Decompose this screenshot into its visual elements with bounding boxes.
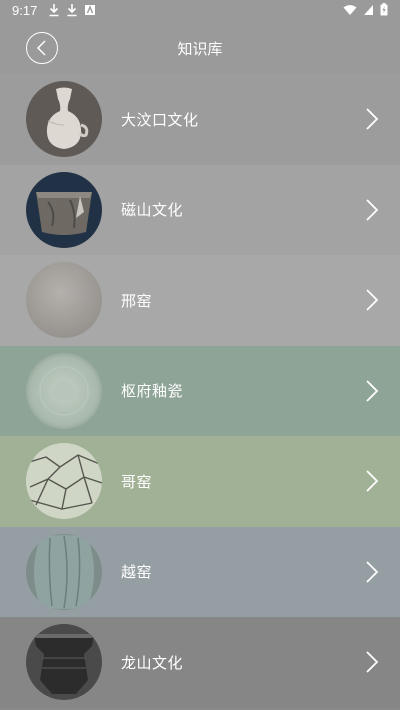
black-pottery-cup-thumbnail bbox=[26, 624, 102, 701]
list-item-yueyao[interactable]: 越窑 bbox=[0, 526, 400, 617]
header: 知识库 bbox=[0, 22, 400, 74]
chevron-right-icon bbox=[366, 561, 379, 583]
chevron-right-icon bbox=[366, 108, 379, 130]
white-pottery-jar-thumbnail bbox=[26, 81, 102, 158]
crackle-glaze-bowl-thumbnail bbox=[26, 443, 102, 520]
item-label: 邢窑 bbox=[121, 291, 153, 310]
status-time: 9:17 bbox=[12, 3, 38, 18]
chevron-right-icon bbox=[366, 199, 379, 221]
list-item-xingyao[interactable]: 邢窑 bbox=[0, 255, 400, 346]
signal-icon bbox=[364, 4, 373, 15]
list-item-cishan[interactable]: 磁山文化 bbox=[0, 164, 400, 255]
list-item-dawenkou[interactable]: 大汶口文化 bbox=[0, 74, 400, 165]
dark-pottery-cup-thumbnail bbox=[26, 171, 102, 248]
status-bar: 9:17 bbox=[0, 0, 400, 22]
item-label: 哥窑 bbox=[121, 472, 153, 491]
white-porcelain-bowl-thumbnail bbox=[26, 262, 102, 339]
item-label: 大汶口文化 bbox=[121, 110, 199, 129]
item-label: 磁山文化 bbox=[121, 201, 184, 220]
list-item-longshan[interactable]: 龙山文化 bbox=[0, 617, 400, 708]
status-left-icons bbox=[48, 3, 96, 17]
app-notification-icon bbox=[85, 5, 95, 15]
page-title: 知识库 bbox=[177, 40, 223, 58]
download-icon bbox=[49, 4, 59, 17]
item-label: 枢府釉瓷 bbox=[121, 382, 184, 401]
chevron-right-icon bbox=[366, 289, 379, 311]
chevron-right-icon bbox=[366, 470, 379, 492]
item-label: 越窑 bbox=[121, 563, 153, 582]
item-label: 龙山文化 bbox=[121, 653, 184, 672]
status-right-icons bbox=[343, 3, 388, 16]
celadon-bowl-top-thumbnail bbox=[26, 352, 102, 429]
list-item-shufu-glaze[interactable]: 枢府釉瓷 bbox=[0, 345, 400, 436]
download-icon bbox=[67, 4, 77, 17]
green-lobed-jar-thumbnail bbox=[26, 533, 102, 610]
chevron-right-icon bbox=[366, 651, 379, 673]
battery-charging-icon bbox=[380, 3, 388, 16]
wifi-icon bbox=[343, 4, 357, 15]
knowledge-list: 大汶口文化 磁山文化 邢窑 枢府釉瓷 哥窑 越窑 龙山文化 bbox=[0, 74, 400, 708]
chevron-right-icon bbox=[366, 380, 379, 402]
list-item-geyao[interactable]: 哥窑 bbox=[0, 436, 400, 527]
